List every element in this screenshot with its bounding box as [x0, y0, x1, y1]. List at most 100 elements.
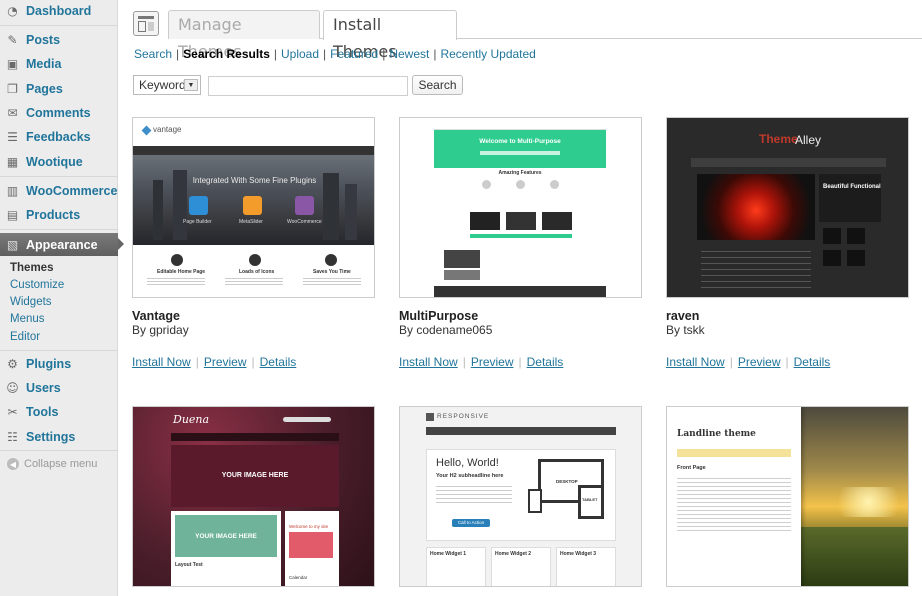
theme-screenshot[interactable]: RESPONSIVE Hello, World! Your H2 subhead…: [399, 406, 642, 587]
submenu-editor[interactable]: Editor: [10, 331, 40, 343]
subnav-upload[interactable]: Upload: [281, 47, 319, 61]
shot-desktop-label: DESKTOP: [556, 479, 578, 484]
shot-feature-title: Loads of Icons: [239, 269, 275, 275]
dropdown-arrow-icon: ▼: [184, 79, 198, 91]
menu-label: Users: [26, 381, 61, 395]
subnav-featured[interactable]: Featured: [330, 47, 378, 61]
action-separator: |: [729, 355, 733, 369]
shot-headline: Integrated With Some Fine Plugins: [192, 176, 317, 185]
preview-link[interactable]: Preview: [738, 355, 781, 369]
action-separator: |: [462, 355, 466, 369]
details-link[interactable]: Details: [527, 355, 564, 369]
menu-products[interactable]: ▤ Products: [0, 204, 118, 226]
menu-label: Settings: [26, 430, 76, 444]
tab-manage-themes[interactable]: Manage Themes: [168, 10, 320, 61]
menu-wootique[interactable]: ▦ Wootique: [0, 151, 118, 173]
menu-separator: [0, 25, 118, 26]
theme-actions: Install Now | Preview | Details: [132, 355, 296, 369]
submenu-customize[interactable]: Customize: [10, 279, 64, 291]
shot-logo: Duena: [173, 413, 210, 426]
menu-feedbacks[interactable]: ☰ Feedbacks: [0, 126, 118, 148]
menu-settings[interactable]: ☷ Settings: [0, 426, 118, 448]
search-button[interactable]: Search: [412, 75, 463, 95]
action-separator: |: [251, 355, 255, 369]
menu-separator: [0, 350, 118, 351]
responsive-logo-icon: [426, 413, 434, 421]
action-separator: |: [785, 355, 789, 369]
shot-widget-title: Home Widget 2: [495, 551, 532, 557]
pages-icon: ❐: [7, 82, 18, 96]
shot-section-title: Front Page: [677, 465, 706, 471]
tools-icon: ✂: [7, 405, 18, 419]
menu-separator: [0, 176, 118, 177]
shot-plugin-label: Page Builder: [183, 219, 212, 225]
theme-actions: Install Now | Preview | Details: [399, 355, 563, 369]
theme-name: raven: [666, 309, 700, 323]
menu-tools[interactable]: ✂ Tools: [0, 401, 118, 423]
menu-label: Appearance: [26, 237, 98, 252]
menu-separator: [0, 450, 118, 451]
tab-install-themes[interactable]: Install Themes: [323, 10, 457, 61]
install-now-link[interactable]: Install Now: [132, 355, 191, 369]
subnav-recently-updated[interactable]: Recently Updated: [440, 47, 535, 61]
menu-label: Media: [26, 57, 62, 71]
admin-sidebar: ◔ Dashboard ✎ Posts ▣ Media ❐ Pages ✉ Co…: [0, 0, 124, 596]
menu-posts[interactable]: ✎ Posts: [0, 29, 118, 51]
theme-screenshot[interactable]: Theme Alley Beautiful Functional: [666, 117, 909, 298]
menu-label: Dashboard: [26, 4, 92, 18]
theme-screenshot[interactable]: Welcome to Multi-Purpose Amazing Feature…: [399, 117, 642, 298]
menu-plugins[interactable]: ⚙ Plugins: [0, 353, 118, 375]
theme-screenshot[interactable]: Landline theme Front Page: [666, 406, 909, 587]
shot-feature-title: Saves You Time: [313, 269, 351, 275]
feedback-icon: ☰: [7, 130, 18, 144]
action-separator: |: [195, 355, 199, 369]
theme-search-input[interactable]: [208, 76, 408, 96]
subnav-separator: |: [382, 47, 386, 61]
plugin-icon: ⚙: [7, 357, 18, 371]
details-link[interactable]: Details: [794, 355, 831, 369]
menu-media[interactable]: ▣ Media: [0, 53, 118, 75]
preview-link[interactable]: Preview: [471, 355, 514, 369]
subnav-search[interactable]: Search: [134, 47, 172, 61]
theme-author: By tskk: [666, 323, 705, 337]
woocommerce-icon: ▥: [6, 184, 19, 198]
appearance-icon: ▧: [6, 237, 19, 252]
menu-appearance[interactable]: ▧ Appearance: [0, 233, 124, 256]
preview-link[interactable]: Preview: [204, 355, 247, 369]
menu-label: Comments: [26, 106, 91, 120]
install-now-link[interactable]: Install Now: [666, 355, 725, 369]
menu-comments[interactable]: ✉ Comments: [0, 102, 118, 124]
shot-plugin-label: WooCommerce: [287, 219, 322, 225]
details-link[interactable]: Details: [260, 355, 297, 369]
collapse-menu-button[interactable]: ◀ Collapse menu: [0, 455, 118, 473]
subnav-separator: |: [433, 47, 437, 61]
menu-label: Wootique: [26, 155, 83, 169]
menu-dashboard[interactable]: ◔ Dashboard: [0, 0, 118, 22]
subnav-search-results[interactable]: Search Results: [183, 47, 270, 61]
install-now-link[interactable]: Install Now: [399, 355, 458, 369]
shot-section-title: Amazing Features: [498, 170, 542, 176]
settings-icon: ☷: [7, 430, 18, 444]
menu-label: Products: [26, 208, 81, 222]
menu-users[interactable]: ☺ Users: [0, 377, 118, 399]
submenu-themes[interactable]: Themes: [10, 262, 53, 274]
woo-icon: ▦: [6, 155, 19, 169]
submenu-widgets[interactable]: Widgets: [10, 296, 52, 308]
theme-author: By codename065: [399, 323, 493, 337]
shot-headline: Welcome to Multi-Purpose: [479, 138, 561, 145]
subnav-newest[interactable]: Newest: [389, 47, 429, 61]
subnav-separator: |: [176, 47, 180, 61]
search-type-select[interactable]: Keyword ▼: [133, 75, 201, 95]
menu-woocommerce[interactable]: ▥ WooCommerce: [0, 180, 118, 202]
submenu-menus[interactable]: Menus: [10, 313, 45, 325]
theme-screenshot[interactable]: vantage Integrated With Some Fine Plugin…: [132, 117, 375, 298]
shot-feature-title: Editable Home Page: [157, 269, 206, 275]
theme-screenshot[interactable]: Duena YOUR IMAGE HERE YOUR IMAGE HERE La…: [132, 406, 375, 587]
menu-label: Pages: [26, 82, 63, 96]
menu-pages[interactable]: ❐ Pages: [0, 78, 118, 100]
shot-post-title: Layout Test: [175, 562, 203, 568]
users-icon: ☺: [6, 381, 19, 395]
search-type-value: Keyword: [139, 78, 186, 92]
shot-side-title: Beautiful Functional: [823, 184, 881, 190]
shot-calendar-title: Calendar: [289, 575, 308, 580]
